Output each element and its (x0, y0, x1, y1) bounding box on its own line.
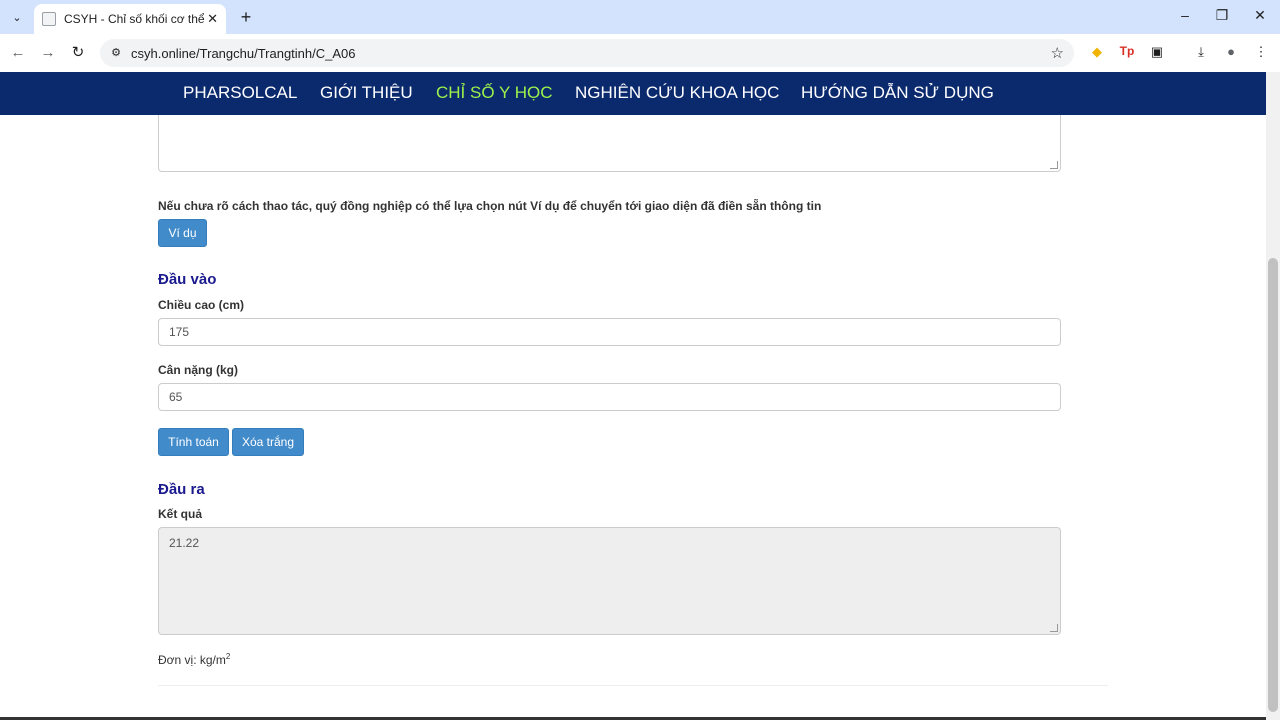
example-button[interactable]: Ví dụ (158, 219, 207, 247)
nav-item-nghien-cuu-khoa-hoc[interactable]: NGHIÊN CỨU KHOA HỌC (575, 83, 779, 103)
result-value: 21.22 (169, 536, 200, 550)
download-icon[interactable]: ⤓ (1192, 44, 1210, 60)
profile-avatar-icon[interactable]: ● (1222, 44, 1240, 59)
unit-superscript: 2 (225, 652, 231, 661)
input-section-title: Đầu vào (158, 271, 217, 288)
result-label: Kết quả (158, 507, 203, 521)
weight-label: Cân nặng (kg) (158, 363, 238, 377)
browser-toolbar: ← → ↻ ⚙ csyh.online/Trangchu/Trangtinh/C… (0, 34, 1280, 72)
tab-title: CSYH - Chỉ số khối cơ thể (BMI) (64, 12, 204, 26)
url-text[interactable]: csyh.online/Trangchu/Trangtinh/C_A06 (131, 46, 356, 61)
description-textarea[interactable] (158, 115, 1061, 172)
scrollbar-thumb[interactable] (1268, 258, 1278, 712)
nav-item-gioi-thieu[interactable]: GIỚI THIỆU (320, 83, 413, 103)
main-content: Nếu chưa rõ cách thao tác, quý đồng nghi… (0, 115, 1266, 720)
extensions-puzzle-icon[interactable]: ▣ (1148, 44, 1166, 60)
page-favicon-icon (42, 12, 56, 26)
example-hint-text: Nếu chưa rõ cách thao tác, quý đồng nghi… (158, 199, 822, 213)
unit-label: Đơn vị: kg/m (158, 653, 226, 667)
divider (158, 685, 1108, 686)
back-arrow-icon[interactable]: ← (7, 42, 29, 64)
menu-kebab-icon[interactable]: ⋮ (1252, 44, 1270, 60)
browser-tab[interactable]: CSYH - Chỉ số khối cơ thể (BMI) ✕ (34, 4, 226, 34)
resize-grip-icon[interactable] (1050, 624, 1058, 632)
site-info-icon[interactable]: ⚙ (109, 46, 123, 60)
weight-input[interactable]: 65 (158, 383, 1061, 411)
height-label: Chiều cao (cm) (158, 298, 245, 312)
page-scrollbar[interactable] (1266, 72, 1280, 720)
unit-text: Đơn vị: kg/m2 (158, 652, 230, 667)
nav-item-pharsolcal[interactable]: PHARSOLCAL (183, 83, 297, 103)
reload-icon[interactable]: ↻ (67, 42, 89, 64)
result-output: 21.22 (158, 527, 1061, 635)
new-tab-plus-icon[interactable]: + (236, 7, 256, 28)
forward-arrow-icon[interactable]: → (37, 42, 59, 64)
browser-tab-bar: ⌄ CSYH - Chỉ số khối cơ thể (BMI) ✕ + – … (0, 0, 1280, 34)
resize-grip-icon[interactable] (1050, 161, 1058, 169)
tab-close-icon[interactable]: ✕ (207, 11, 218, 27)
minimize-icon[interactable]: – (1175, 7, 1195, 23)
bookmark-star-icon[interactable]: ☆ (1051, 44, 1064, 62)
clear-button[interactable]: Xóa trắng (232, 428, 304, 456)
window-close-icon[interactable]: ✕ (1250, 7, 1270, 24)
output-section-title: Đầu ra (158, 481, 205, 498)
height-input[interactable]: 175 (158, 318, 1061, 346)
extension-tp-icon[interactable]: Tp (1118, 44, 1136, 58)
nav-item-huong-dan-su-dung[interactable]: HƯỚNG DẪN SỬ DỤNG (801, 83, 994, 103)
restore-icon[interactable]: ❐ (1212, 7, 1232, 24)
tab-list-chevron-icon[interactable]: ⌄ (6, 6, 28, 28)
extension-muscle-icon[interactable]: ◆ (1088, 44, 1106, 60)
calculate-button[interactable]: Tính toán (158, 428, 229, 456)
nav-item-chi-so-y-hoc[interactable]: CHỈ SỐ Y HỌC (436, 83, 553, 103)
address-bar[interactable]: ⚙ csyh.online/Trangchu/Trangtinh/C_A06 ☆ (100, 39, 1074, 67)
site-navbar: PHARSOLCAL GIỚI THIỆU CHỈ SỐ Y HỌC NGHIÊ… (0, 72, 1266, 115)
